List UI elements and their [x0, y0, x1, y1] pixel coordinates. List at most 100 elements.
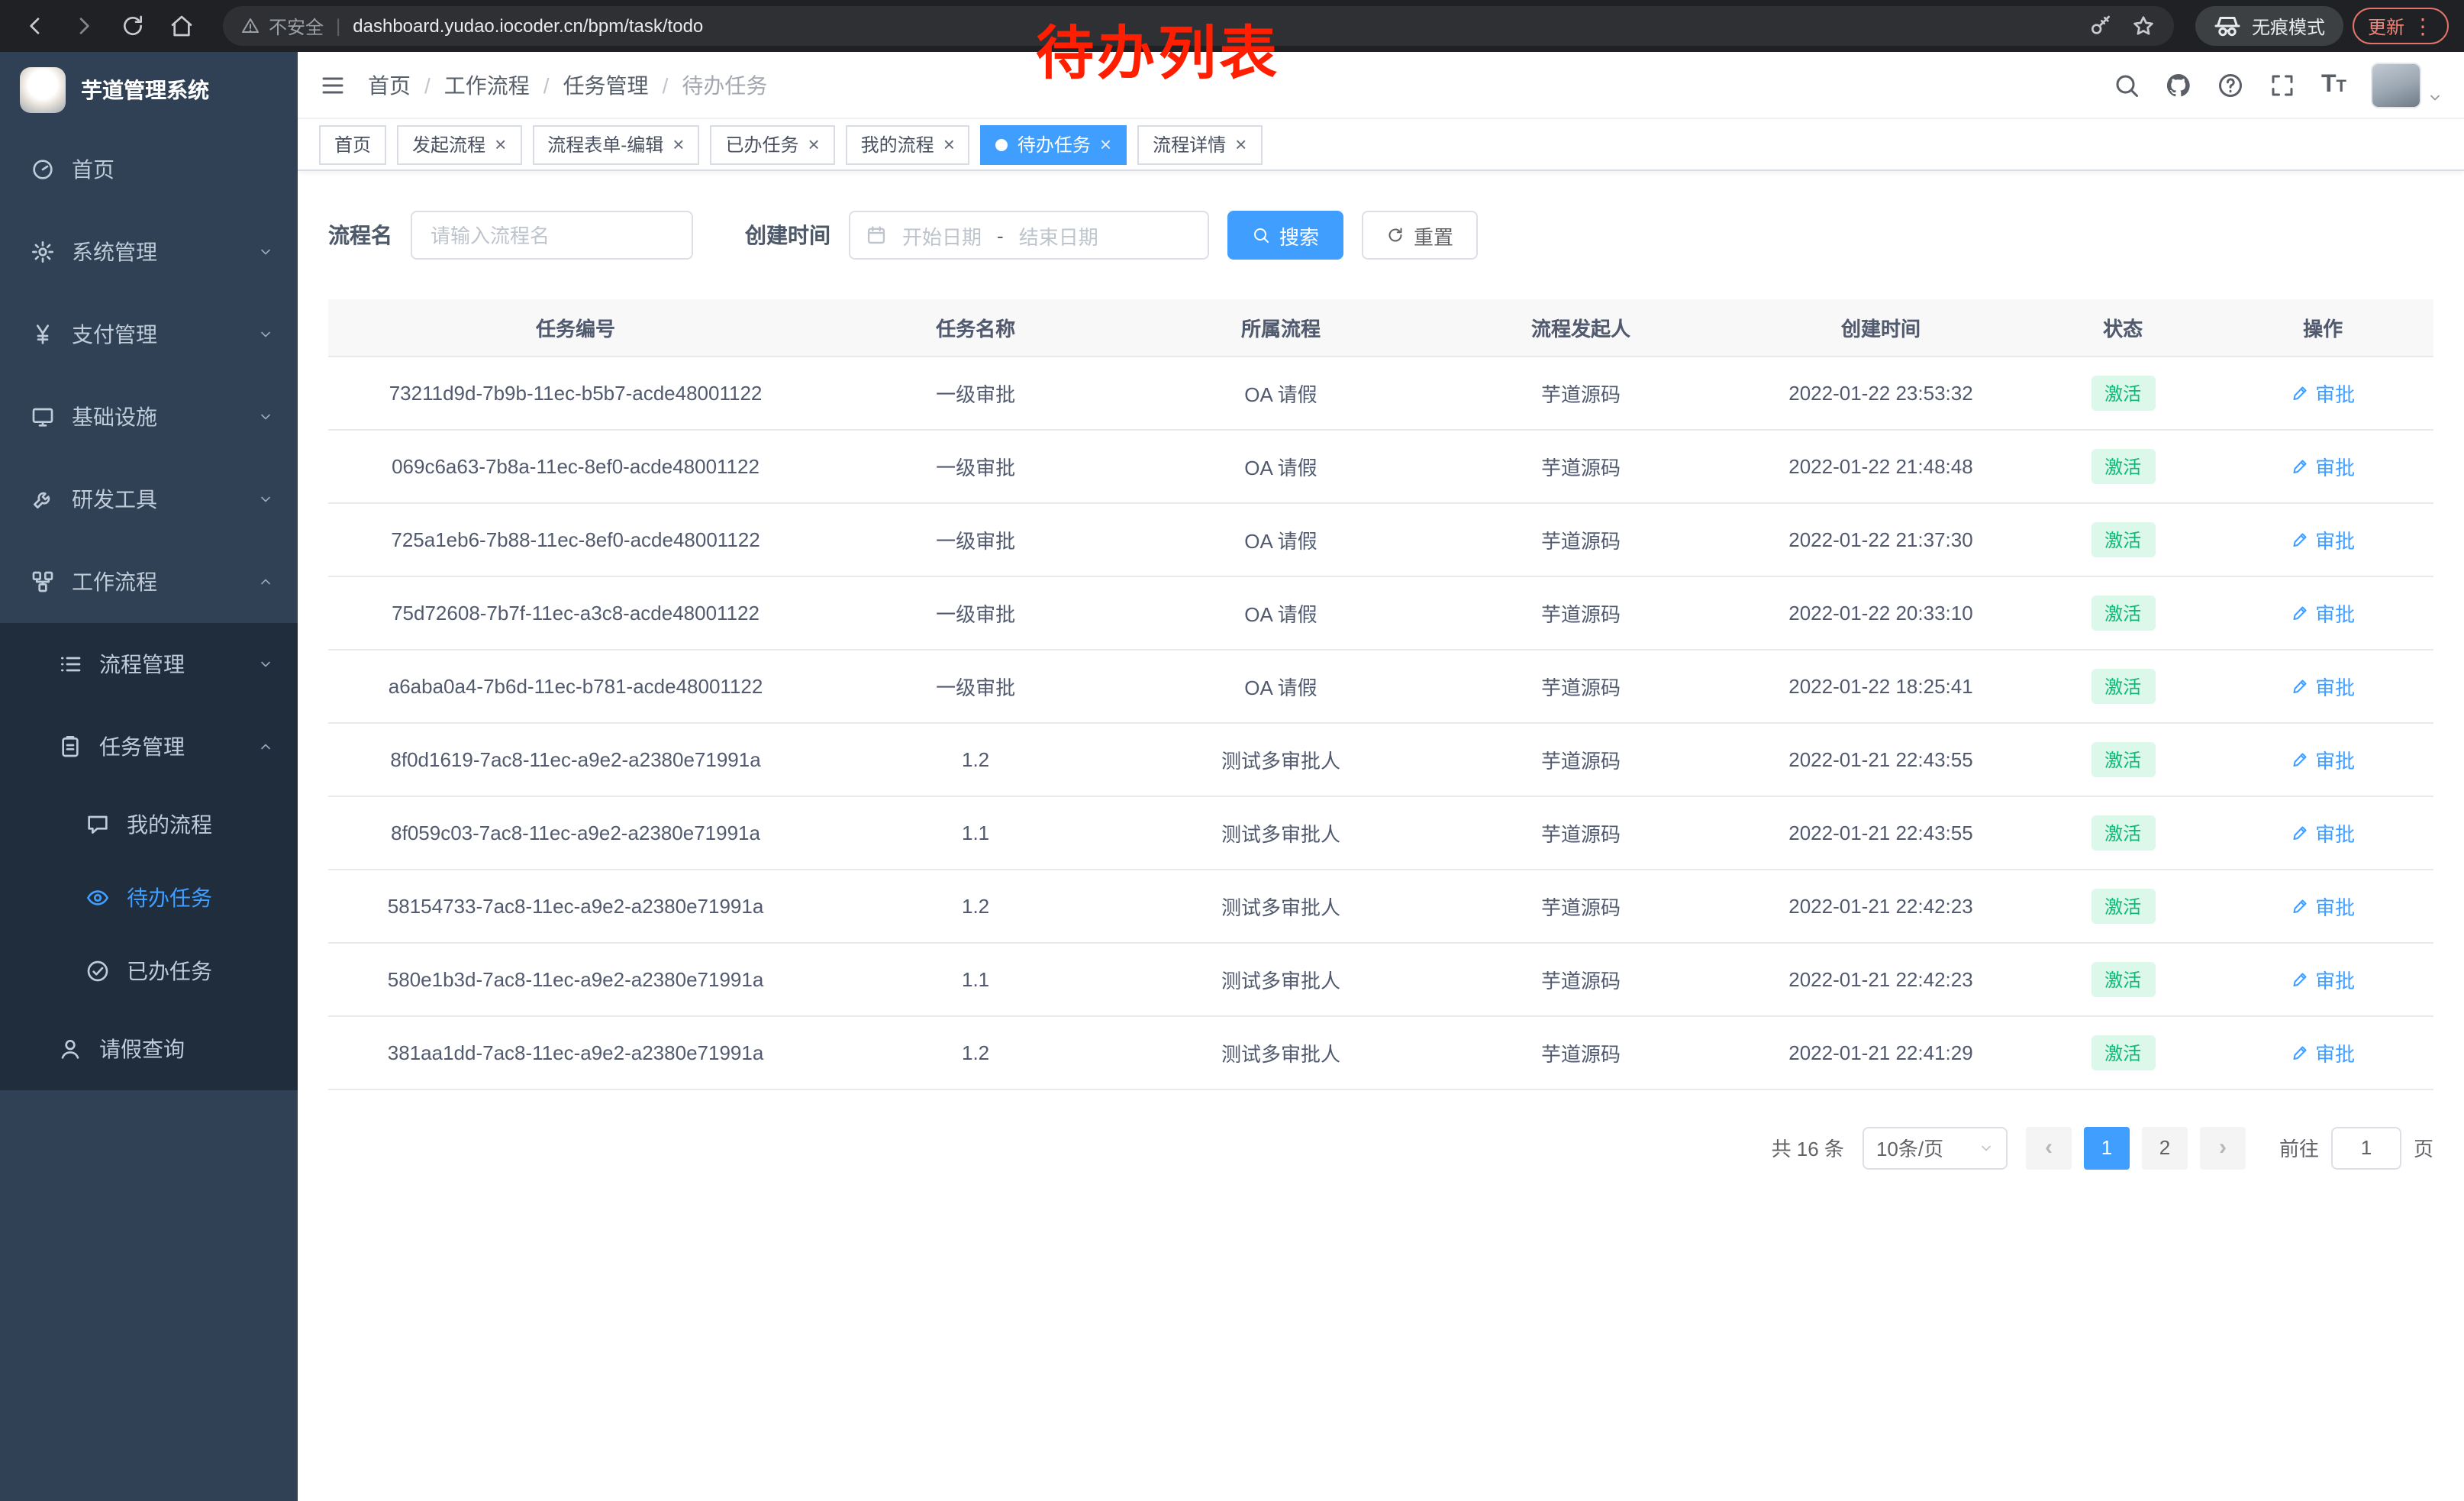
sidebar-item-process-mgmt[interactable]: 流程管理 — [0, 623, 298, 705]
sidebar-item-done-task[interactable]: 已办任务 — [0, 934, 298, 1008]
reset-button[interactable]: 重置 — [1362, 211, 1478, 260]
browser-menu-icon[interactable]: ⋮ — [2412, 15, 2433, 37]
pager: ‹ 12 › — [2026, 1126, 2246, 1169]
tab-item-6[interactable]: 流程详情× — [1137, 124, 1262, 164]
sidebar-item-system[interactable]: 系统管理 — [0, 211, 298, 293]
tab-item-1[interactable]: 发起流程× — [397, 124, 521, 164]
sidebar-item-my-process[interactable]: 我的流程 — [0, 788, 298, 861]
tab-item-5[interactable]: 待办任务× — [981, 124, 1127, 164]
range-separator: - — [997, 224, 1004, 247]
edit-icon — [2291, 896, 2309, 915]
approve-link[interactable]: 审批 — [2291, 744, 2355, 773]
search-icon[interactable] — [2114, 71, 2141, 98]
breadcrumb-item[interactable]: 工作流程 — [444, 69, 530, 100]
search-button[interactable]: 搜索 — [1227, 211, 1343, 260]
cell-task-id: 73211d9d-7b9b-11ec-b5b7-acde48001122 — [328, 356, 823, 429]
edit-icon — [2291, 383, 2309, 402]
approve-link[interactable]: 审批 — [2291, 891, 2355, 920]
sidebar-item-todo-task[interactable]: 待办任务 — [0, 861, 298, 934]
person-icon — [58, 1037, 82, 1061]
page-button-2[interactable]: 2 — [2142, 1126, 2188, 1169]
edit-icon — [2291, 676, 2309, 695]
sidebar-item-infra[interactable]: 基础设施 — [0, 376, 298, 458]
monitor-icon — [31, 405, 55, 429]
breadcrumb: 首页/工作流程/任务管理/待办任务 — [368, 69, 767, 100]
breadcrumb-item[interactable]: 任务管理 — [563, 69, 649, 100]
sidebar-item-payment[interactable]: 支付管理 — [0, 293, 298, 376]
sidebar-item-task-mgmt[interactable]: 任务管理 — [0, 705, 298, 788]
approve-link[interactable]: 审批 — [2291, 964, 2355, 993]
approve-link[interactable]: 审批 — [2291, 671, 2355, 700]
security-label: 不安全 — [269, 13, 324, 39]
sidebar-item-home[interactable]: 首页 — [0, 128, 298, 211]
menu-label: 系统管理 — [72, 237, 157, 267]
page-button-1[interactable]: 1 — [2084, 1126, 2130, 1169]
cell-created: 2022-01-22 23:53:32 — [1728, 356, 2033, 429]
cell-task-name: 1.1 — [823, 796, 1128, 869]
next-page-button[interactable]: › — [2200, 1126, 2246, 1169]
table-header-row: 任务编号任务名称所属流程流程发起人创建时间状态操作 — [328, 299, 2433, 356]
tab-item-0[interactable]: 首页 — [319, 124, 386, 164]
browser-home-button[interactable] — [162, 6, 202, 46]
password-key-icon[interactable] — [2088, 14, 2113, 38]
approve-link[interactable]: 审批 — [2291, 818, 2355, 847]
edit-icon — [2291, 823, 2309, 841]
bookmark-star-icon[interactable] — [2131, 14, 2156, 38]
tab-item-4[interactable]: 我的流程× — [846, 124, 970, 164]
approve-link[interactable]: 审批 — [2291, 1038, 2355, 1067]
table-row: 8f0d1619-7ac8-11ec-a9e2-a2380e71991a1.2测… — [328, 722, 2433, 796]
cell-initiator: 芋道源码 — [1434, 1015, 1728, 1089]
yen-icon — [31, 322, 55, 347]
main-area: 首页/工作流程/任务管理/待办任务 TT 首页发起流程×流程表单-编辑×已办任务… — [298, 52, 2464, 1501]
sidebar-item-leave-query[interactable]: 请假查询 — [0, 1008, 298, 1090]
help-icon[interactable] — [2217, 71, 2245, 98]
app-logo-row[interactable]: 芋道管理系统 — [0, 52, 298, 128]
close-icon[interactable]: × — [808, 134, 819, 154]
font-size-icon[interactable]: TT — [2321, 73, 2346, 97]
top-navbar: 首页/工作流程/任务管理/待办任务 TT — [298, 52, 2464, 119]
security-chip[interactable]: 不安全 — [241, 13, 324, 39]
clipboard-icon — [58, 734, 82, 759]
warning-icon — [241, 17, 260, 35]
sidebar-item-devtools[interactable]: 研发工具 — [0, 458, 298, 541]
browser-update-button[interactable]: 更新 ⋮ — [2353, 8, 2449, 44]
pagination: 共 16 条 10条/页 ‹ 12 › 前往 页 — [328, 1126, 2433, 1169]
breadcrumb-item[interactable]: 首页 — [368, 69, 411, 100]
approve-label: 审批 — [2315, 525, 2355, 554]
table-row: 725a1eb6-7b88-11ec-8ef0-acde48001122一级审批… — [328, 502, 2433, 576]
close-icon[interactable]: × — [672, 134, 684, 154]
gear-icon — [31, 240, 55, 264]
browser-forward-button[interactable] — [64, 6, 104, 46]
approve-link[interactable]: 审批 — [2291, 451, 2355, 480]
user-menu[interactable] — [2371, 62, 2443, 108]
process-name-input[interactable] — [411, 211, 693, 260]
close-icon[interactable]: × — [1235, 134, 1247, 154]
tab-item-3[interactable]: 已办任务× — [710, 124, 834, 164]
sidebar-toggle-button[interactable] — [298, 52, 368, 118]
hamburger-icon — [319, 71, 347, 98]
workflow-icon — [31, 570, 55, 594]
address-bar[interactable]: 不安全 | dashboard.yudao.iocoder.cn/bpm/tas… — [223, 6, 2174, 46]
goto-page-input[interactable] — [2331, 1126, 2401, 1169]
approve-link[interactable]: 审批 — [2291, 525, 2355, 554]
fullscreen-icon[interactable] — [2269, 71, 2297, 98]
approve-link[interactable]: 审批 — [2291, 598, 2355, 627]
browser-reload-button[interactable] — [113, 6, 153, 46]
browser-back-button[interactable] — [15, 6, 55, 46]
github-icon[interactable] — [2166, 71, 2193, 98]
sidebar-item-workflow[interactable]: 工作流程 — [0, 541, 298, 623]
close-icon[interactable]: × — [495, 134, 506, 154]
caret-down-icon — [2427, 89, 2443, 105]
close-icon[interactable]: × — [943, 134, 955, 154]
prev-page-button[interactable]: ‹ — [2026, 1126, 2072, 1169]
page-size-select[interactable]: 10条/页 — [1863, 1126, 2008, 1169]
tab-item-2[interactable]: 流程表单-编辑× — [532, 124, 699, 164]
date-range-picker[interactable]: 开始日期 - 结束日期 — [849, 211, 1209, 260]
cell-task-id: 381aa1dd-7ac8-11ec-a9e2-a2380e71991a — [328, 1015, 823, 1089]
sidebar: 芋道管理系统 首页系统管理支付管理基础设施研发工具工作流程流程管理任务管理我的流… — [0, 52, 298, 1501]
approve-link[interactable]: 审批 — [2291, 378, 2355, 407]
back-icon — [23, 14, 47, 38]
pagination-total: 共 16 条 — [1772, 1133, 1844, 1162]
home-icon — [169, 14, 194, 38]
close-icon[interactable]: × — [1100, 134, 1111, 154]
